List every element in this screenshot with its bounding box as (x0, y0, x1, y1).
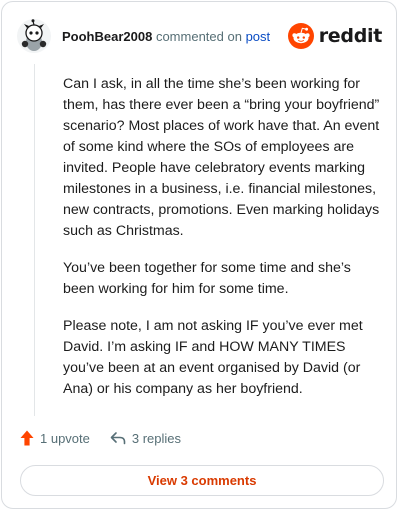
reddit-wordmark: reddit (318, 25, 383, 47)
reddit-brand[interactable]: reddit (287, 23, 383, 49)
comment-body: Can I ask, in all the time she’s been wo… (63, 74, 381, 416)
comment-author[interactable]: PoohBear2008 (62, 29, 152, 44)
thread-line (34, 64, 35, 416)
comment-paragraph-3: Please note, I am not asking IF you’ve e… (63, 318, 363, 397)
comment-paragraph-2: You’ve been together for some time and s… (63, 260, 351, 297)
reply-arrow-icon (110, 432, 126, 445)
upvote-count: 1 upvote (40, 430, 90, 446)
comment-actions: 1 upvote 3 replies (20, 430, 181, 446)
post-link[interactable]: post (246, 29, 271, 44)
view-comments-button[interactable]: View 3 comments (20, 465, 384, 496)
comment-paragraph-1: Can I ask, in all the time she’s been wo… (63, 76, 380, 239)
reddit-snoo-icon (287, 23, 314, 49)
upvote-arrow-icon (20, 430, 34, 446)
replies-count: 3 replies (131, 430, 182, 446)
comment-card: PoohBear2008 commented on post reddit Ca… (1, 1, 397, 509)
comment-meta: PoohBear2008 commented on post (62, 29, 288, 44)
replies-button[interactable]: 3 replies (110, 431, 181, 446)
snoo-avatar-icon (17, 19, 51, 53)
user-avatar[interactable] (16, 18, 52, 54)
comment-action-text: commented on (155, 28, 242, 44)
upvote-button[interactable]: 1 upvote (20, 430, 90, 446)
comment-header: PoohBear2008 commented on post reddit (16, 16, 382, 56)
